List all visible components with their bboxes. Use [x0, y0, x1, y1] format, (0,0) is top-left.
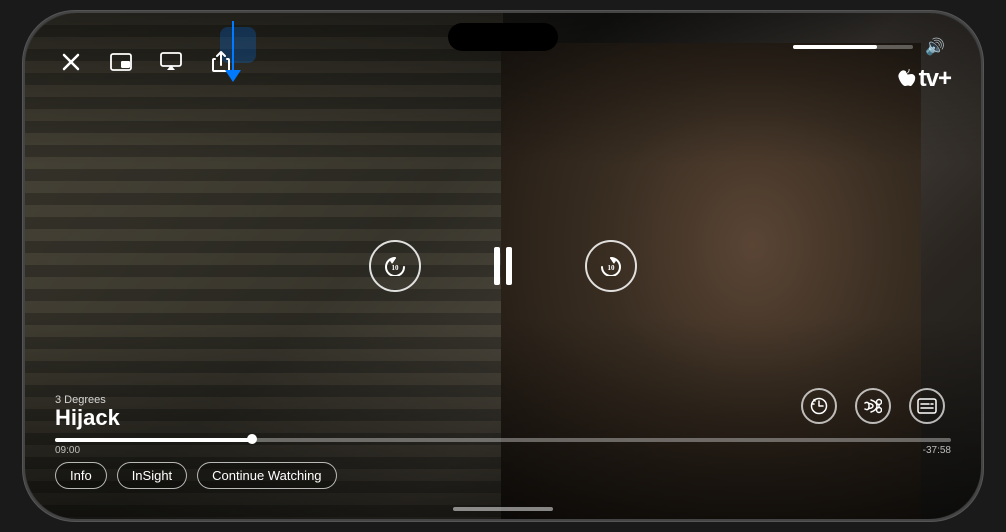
- bottom-section: 3 Degrees Hijack 09:00 -37:58 Info: [55, 394, 951, 489]
- insight-button[interactable]: InSight: [117, 462, 187, 489]
- home-indicator: [453, 507, 553, 511]
- progress-bar-track[interactable]: [55, 438, 951, 442]
- top-right-area: 🔊 tv+: [793, 31, 951, 93]
- show-title: Hijack: [55, 406, 951, 430]
- volume-icon[interactable]: 🔊: [919, 31, 951, 63]
- arrow-line: [232, 21, 234, 71]
- show-subtitle: 3 Degrees: [55, 394, 951, 406]
- arrow-head: [225, 70, 241, 82]
- pause-bar-right: [506, 247, 512, 285]
- show-title-area: 3 Degrees Hijack: [55, 394, 951, 430]
- skip-forward-button[interactable]: 10: [585, 240, 637, 292]
- controls-layer: 🔊 tv+ 10: [25, 13, 981, 519]
- pip-button[interactable]: [105, 46, 137, 78]
- tv-text: tv+: [919, 65, 951, 93]
- remaining-time: -37:58: [923, 445, 951, 456]
- phone-frame: 🔊 tv+ 10: [23, 11, 983, 521]
- side-button-left: [23, 133, 25, 183]
- action-buttons: Info InSight Continue Watching: [55, 462, 951, 489]
- appletv-logo: tv+: [894, 65, 951, 93]
- svg-text:10: 10: [392, 264, 400, 272]
- progress-thumb: [247, 434, 257, 444]
- close-button[interactable]: [55, 46, 87, 78]
- pause-button[interactable]: [481, 244, 525, 288]
- side-button-right: [981, 153, 983, 233]
- volume-bar[interactable]: [793, 45, 913, 49]
- center-controls: 10 10: [369, 240, 637, 292]
- progress-fill: [55, 438, 252, 442]
- progress-area: 09:00 -37:58: [55, 438, 951, 456]
- airplay-button[interactable]: [155, 46, 187, 78]
- skip-back-button[interactable]: 10: [369, 240, 421, 292]
- info-button[interactable]: Info: [55, 462, 107, 489]
- continue-watching-button[interactable]: Continue Watching: [197, 462, 336, 489]
- volume-fill: [793, 45, 877, 49]
- current-time: 09:00: [55, 445, 80, 456]
- pause-bar-left: [494, 247, 500, 285]
- svg-text:10: 10: [608, 264, 616, 272]
- dynamic-island: [448, 23, 558, 51]
- time-row: 09:00 -37:58: [55, 445, 951, 456]
- blue-arrow-indicator: [225, 21, 241, 82]
- volume-area: 🔊: [793, 31, 951, 63]
- top-left-controls: [55, 46, 237, 78]
